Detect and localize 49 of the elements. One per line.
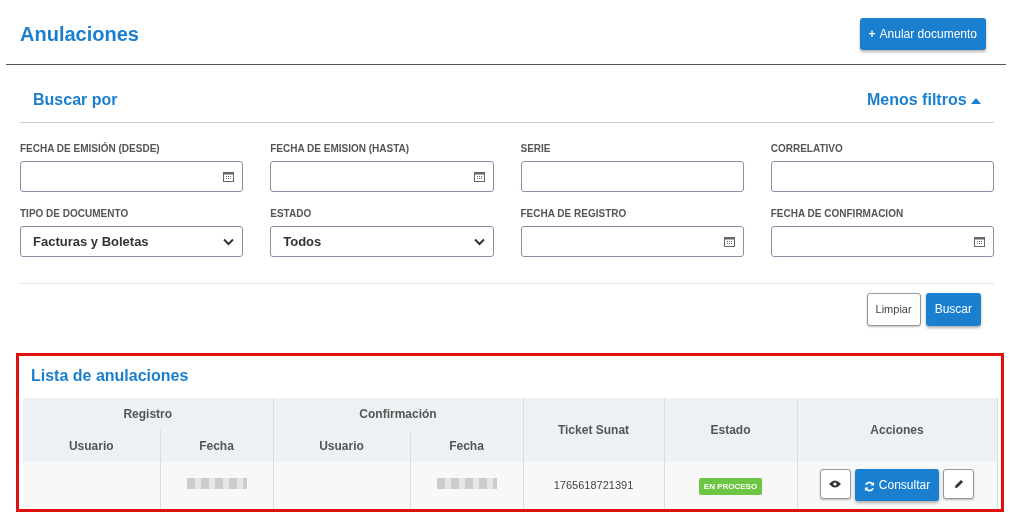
status-badge: EN PROCESO bbox=[698, 478, 763, 495]
section-title: Lista de anulaciones bbox=[31, 365, 190, 386]
refresh-icon bbox=[863, 480, 875, 492]
table-cell: 1765618721391 bbox=[523, 461, 664, 509]
select-field[interactable]: Facturas y Boletas bbox=[20, 226, 244, 257]
field-label: FECHA DE EMISIÓN (DESDE) bbox=[20, 141, 161, 156]
field-label: SERIE bbox=[520, 142, 552, 156]
cancel-document-button[interactable]: + Anular documento bbox=[859, 18, 986, 50]
calendar-icon bbox=[723, 236, 735, 247]
calendar-icon bbox=[223, 171, 235, 182]
column-header: Ticket Sunat bbox=[523, 397, 664, 462]
filter-toggle[interactable]: Menos filtros bbox=[867, 88, 981, 112]
input-field[interactable] bbox=[270, 161, 494, 192]
field-label: FECHA DE REGISTRO bbox=[520, 207, 628, 221]
column-header: Usuario bbox=[23, 429, 160, 462]
field-label: CORRELATIVO bbox=[770, 142, 844, 156]
column-group-header: Registro bbox=[23, 397, 273, 430]
input-field[interactable] bbox=[20, 161, 244, 192]
page-title: Anulaciones bbox=[20, 22, 139, 46]
section-title: Buscar por bbox=[33, 90, 118, 110]
column-header: Fecha bbox=[160, 429, 273, 462]
column-header: Estado bbox=[664, 397, 797, 462]
edit-button[interactable] bbox=[943, 469, 975, 500]
caret-icon bbox=[971, 97, 981, 104]
clear-button[interactable]: Limpiar bbox=[866, 293, 921, 326]
field-label: FECHA DE EMISION (HASTA) bbox=[270, 142, 411, 156]
search-button[interactable]: Buscar bbox=[925, 293, 981, 326]
eye-icon bbox=[829, 480, 842, 489]
column-header: Fecha bbox=[410, 429, 523, 462]
field-label: ESTADO bbox=[270, 207, 313, 221]
column-header: Usuario bbox=[273, 429, 410, 462]
input-field[interactable] bbox=[770, 226, 994, 257]
blurred-value bbox=[186, 478, 247, 489]
input-field[interactable] bbox=[770, 161, 994, 192]
chevron-down-icon bbox=[223, 237, 235, 246]
calendar-icon bbox=[974, 236, 985, 247]
blurred-value bbox=[436, 478, 497, 489]
input-field[interactable] bbox=[520, 226, 744, 257]
field-label: TIPO DE DOCUMENTO bbox=[20, 207, 130, 221]
input-field[interactable] bbox=[520, 161, 744, 192]
select-field[interactable]: Todos bbox=[270, 226, 494, 257]
column-header: Acciones bbox=[797, 397, 997, 462]
chevron-down-icon bbox=[473, 237, 485, 246]
consult-button[interactable]: Consultar bbox=[854, 469, 940, 502]
column-group-header: Confirmación bbox=[273, 397, 523, 430]
pencil-icon bbox=[953, 479, 964, 490]
calendar-icon bbox=[473, 171, 485, 182]
field-label: FECHA DE CONFIRMACION bbox=[770, 207, 905, 221]
view-button[interactable] bbox=[819, 469, 851, 500]
